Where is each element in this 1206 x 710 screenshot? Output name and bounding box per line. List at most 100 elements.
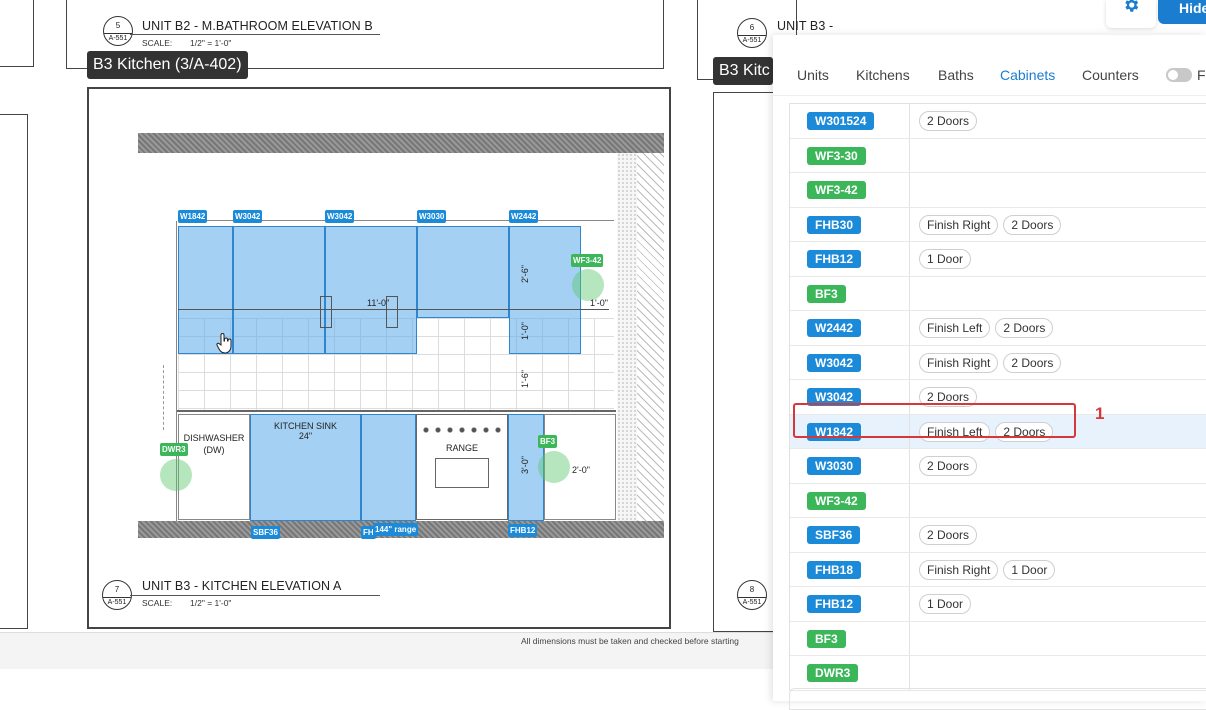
view-label-kitchen[interactable]: B3 Kitchen (3/A-402) — [87, 51, 248, 79]
table-row[interactable]: SBF36 2 Doors — [790, 518, 1206, 553]
attribute-chip[interactable]: 2 Doors — [995, 318, 1054, 338]
attribute-chip[interactable]: 2 Doors — [919, 456, 978, 476]
tag-upper-3[interactable]: W3042 — [325, 210, 355, 223]
table-row[interactable]: BF3 — [790, 276, 1206, 311]
attribute-chips: 1 Door — [919, 594, 976, 614]
filler-marker-dwr3[interactable] — [160, 459, 192, 491]
cabinets-panel: Units Kitchens Baths Cabinets Counters F… — [773, 35, 1206, 710]
tag-upper-5[interactable]: W2442 — [509, 210, 539, 223]
detail-bubble-8: 8 A-551 — [737, 580, 767, 610]
attribute-chip[interactable]: 1 Door — [1003, 559, 1056, 580]
table-row[interactable]: W301524 2 Doors — [790, 104, 1206, 139]
tag-fhb12[interactable]: FHB12 — [508, 524, 538, 537]
tag-range-note[interactable]: 144" range — [373, 523, 419, 536]
attribute-chip[interactable]: 2 Doors — [919, 525, 978, 545]
label-kitchen-sink: KITCHEN SINK — [273, 421, 337, 431]
elevation-title-7: UNIT B3 - KITCHEN ELEVATION A — [142, 579, 342, 593]
filler-marker-wf3-42[interactable] — [572, 269, 604, 301]
tag-sbf36[interactable]: SBF36 — [251, 526, 280, 539]
elevation-scale-7: 1/2" = 1'-0" — [190, 598, 232, 608]
cabinet-code-badge[interactable]: W3030 — [807, 457, 862, 475]
table-row[interactable]: WF3-42 — [790, 173, 1206, 208]
table-row[interactable]: W2442 Finish Left 2 Doors — [790, 311, 1206, 346]
attribute-chips: 1 Door — [919, 249, 976, 269]
cabinet-code-badge[interactable]: W301524 — [807, 112, 875, 130]
cabinets-table: W301524 2 Doors WF3-30 WF3-42 FHB30 Finish Ri… — [789, 103, 1206, 691]
attribute-chip[interactable]: 1 Door — [919, 249, 972, 269]
table-row[interactable]: FHB12 1 Door — [790, 587, 1206, 622]
hide-button[interactable]: Hide — [1158, 0, 1206, 24]
table-row[interactable]: WF3-42 — [790, 483, 1206, 518]
cabinet-w3042-b[interactable] — [325, 226, 417, 354]
code-cell: FHB12 — [790, 587, 910, 621]
attribute-chips: 2 Doors — [919, 456, 982, 476]
attribute-chip[interactable]: 2 Doors — [1003, 352, 1062, 373]
attribute-chip[interactable]: Finish Right — [919, 214, 999, 235]
tag-upper-4[interactable]: W3030 — [417, 210, 447, 223]
detail-bubble-6: 6 A-551 — [737, 18, 767, 48]
tab-cabinets[interactable]: Cabinets — [1000, 67, 1055, 83]
attribute-chips: Finish Right 2 Doors — [919, 214, 1066, 235]
cabinet-w3030[interactable] — [417, 226, 509, 318]
cabinet-code-badge[interactable]: W3042 — [807, 353, 862, 372]
label-dishwasher: DISHWASHER — [183, 433, 245, 443]
attribute-chip[interactable]: 2 Doors — [919, 111, 978, 131]
table-row[interactable]: BF3 — [790, 621, 1206, 656]
cabinet-code-badge[interactable]: W2442 — [807, 319, 862, 337]
title-underline-5 — [130, 34, 380, 35]
tab-baths[interactable]: Baths — [938, 67, 974, 83]
table-row[interactable]: W3042 Finish Right 2 Doors — [790, 345, 1206, 380]
code-cell: BF3 — [790, 276, 910, 310]
tag-wf3-42[interactable]: WF3-42 — [571, 254, 604, 267]
settings-button[interactable] — [1106, 0, 1156, 28]
cabinet-code-badge[interactable]: BF3 — [807, 284, 846, 303]
attribute-chip[interactable]: 1 Door — [919, 594, 972, 614]
view-label-partial[interactable]: B3 Kitc — [713, 57, 773, 85]
table-row[interactable]: WF3-30 — [790, 138, 1206, 173]
code-cell: WF3-42 — [790, 173, 910, 207]
toggle-knob — [1168, 70, 1178, 80]
cabinet-code-badge[interactable]: WF3-42 — [807, 181, 866, 199]
tab-kitchens[interactable]: Kitchens — [856, 67, 910, 83]
tag-upper-2[interactable]: W3042 — [233, 210, 263, 223]
table-row[interactable]: DWR3 — [790, 656, 1206, 691]
attribute-chip[interactable]: 2 Doors — [1003, 214, 1062, 235]
attribute-chip[interactable]: Finish Right — [919, 352, 999, 373]
cabinet-code-badge[interactable]: BF3 — [807, 629, 846, 648]
code-cell: SBF36 — [790, 518, 910, 552]
cabinet-fhb-left[interactable] — [361, 414, 416, 521]
drawing-sheet[interactable]: 5 A-551 UNIT B2 - M.BATHROOM ELEVATION B… — [0, 0, 849, 701]
tab-counters[interactable]: Counters — [1082, 67, 1139, 83]
right-wall-hatch — [637, 153, 664, 521]
elevation-scale-label-5: SCALE: — [142, 38, 173, 48]
cabinet-code-badge[interactable]: SBF36 — [807, 526, 861, 544]
table-row[interactable]: FHB18 Finish Right 1 Door — [790, 552, 1206, 587]
hinge-line-1 — [320, 296, 332, 328]
cabinet-code-badge[interactable]: WF3-30 — [807, 146, 866, 165]
attribute-chip[interactable]: Finish Left — [919, 318, 991, 338]
cabinet-w3042-a[interactable] — [233, 226, 325, 354]
label-sink-size: 24" — [298, 431, 313, 441]
attribute-chips: 2 Doors — [919, 111, 982, 131]
cabinet-code-badge[interactable]: WF3-42 — [807, 491, 866, 510]
detail-bubble-7: 7 A-551 — [102, 580, 132, 610]
code-cell: WF3-42 — [790, 483, 910, 517]
table-row[interactable]: FHB12 1 Door — [790, 242, 1206, 277]
cabinet-code-badge[interactable]: FHB30 — [807, 215, 862, 234]
tag-upper-1[interactable]: W1842 — [178, 210, 208, 223]
tab-units[interactable]: Units — [797, 67, 829, 83]
hand-cursor-icon — [216, 332, 234, 359]
code-cell: FHB30 — [790, 207, 910, 241]
attribute-chip[interactable]: Finish Right — [919, 559, 999, 580]
table-row[interactable]: W3030 2 Doors — [790, 449, 1206, 484]
table-row[interactable]: FHB30 Finish Right 2 Doors — [790, 207, 1206, 242]
cabinet-code-badge[interactable]: FHB18 — [807, 560, 862, 579]
tag-bf3[interactable]: BF3 — [538, 435, 558, 448]
filter-toggle[interactable] — [1166, 68, 1192, 82]
cabinet-code-badge[interactable]: FHB12 — [807, 250, 862, 268]
cabinet-code-badge[interactable]: FHB12 — [807, 595, 862, 613]
cabinet-code-badge[interactable]: DWR3 — [807, 664, 859, 682]
filler-marker-bf3[interactable] — [538, 451, 570, 483]
range-knobs — [420, 426, 504, 434]
dim-right-2: 2'-0" — [572, 465, 590, 475]
